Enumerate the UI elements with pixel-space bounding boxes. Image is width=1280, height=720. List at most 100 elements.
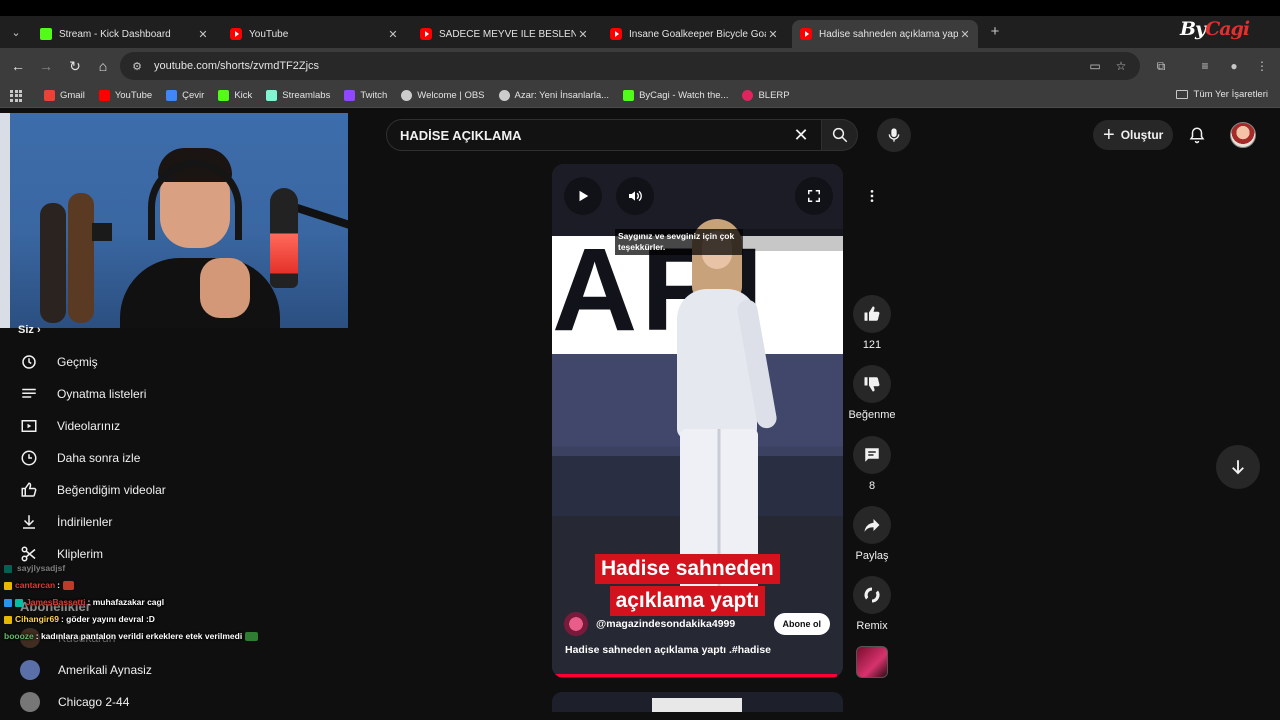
thumbs-up-icon — [864, 306, 880, 321]
comments-action[interactable]: 8 — [847, 436, 897, 492]
comments-button[interactable] — [853, 436, 891, 474]
close-icon[interactable]: ✕ — [958, 28, 972, 41]
install-app-icon[interactable]: ▭ — [1087, 58, 1103, 74]
remix-action[interactable]: Remix — [847, 576, 897, 632]
menu-icon[interactable]: ⋮ — [1254, 58, 1270, 74]
fullscreen-icon — [808, 190, 820, 202]
more-options-button[interactable] — [858, 182, 886, 210]
tab-youtube[interactable]: YouTube ✕ — [222, 20, 406, 48]
reload-icon[interactable]: ↻ — [66, 57, 84, 75]
sidebar-item-label: Kliplerim — [57, 547, 104, 561]
close-icon[interactable]: ✕ — [386, 28, 400, 41]
bookmark-youtube[interactable]: YouTube — [98, 90, 152, 101]
notifications-button[interactable] — [1186, 124, 1208, 146]
account-avatar[interactable] — [1230, 122, 1256, 148]
play-button[interactable] — [564, 177, 602, 215]
sidebar-item-your-videos[interactable]: Videolarınız — [0, 410, 348, 442]
sidebar-item-watch-later[interactable]: Daha sonra izle — [0, 442, 348, 474]
like-action[interactable]: 121 — [847, 295, 897, 351]
remix-label: Remix — [856, 620, 888, 632]
video-description[interactable]: Hadise sahneden açıklama yaptı .#hadise — [565, 644, 771, 656]
site-info-icon[interactable]: ⚙ — [130, 59, 144, 73]
tab-meyve-video[interactable]: SADECE MEYVE İLE BESLENENE ✕ — [412, 20, 596, 48]
voice-search-button[interactable] — [877, 118, 911, 152]
video-title-overlay: Hadise sahneden açıklama yaptı — [595, 554, 780, 616]
home-icon[interactable]: ⌂ — [94, 57, 112, 75]
like-count: 121 — [862, 339, 882, 351]
clear-search-icon[interactable]: ✕ — [791, 125, 811, 145]
logo-accent-text: Cagi — [1205, 18, 1250, 40]
bookmark-gmail[interactable]: Gmail — [44, 90, 85, 101]
bookmark-translate[interactable]: Çevir — [166, 90, 204, 101]
sidebar-item-history[interactable]: Geçmiş — [0, 346, 348, 378]
remix-button[interactable] — [853, 576, 891, 614]
extensions-icon[interactable]: ⧉ — [1153, 58, 1169, 74]
youtube-icon — [98, 90, 110, 101]
star-icon[interactable]: ☆ — [1113, 58, 1129, 74]
volume-button[interactable] — [616, 177, 654, 215]
create-button[interactable]: + Oluştur — [1093, 120, 1173, 150]
all-bookmarks-button[interactable]: Tüm Yer İşaretleri — [1175, 89, 1268, 100]
bookmark-streamlabs[interactable]: Streamlabs — [266, 90, 330, 101]
tab-title: Hadise sahneden açıklama yaptı — [819, 28, 958, 40]
chat-message: Cihangir69: göder yayını devral :D — [4, 614, 155, 624]
progress-bar[interactable] — [552, 674, 837, 677]
share-action[interactable]: Paylaş — [847, 506, 897, 562]
sidebar-item-liked[interactable]: Beğendiğim videolar — [0, 474, 348, 506]
sidebar-item-label: Oynatma listeleri — [57, 387, 147, 401]
bookmarks-bar: Gmail YouTube Çevir Kick Streamlabs Twit… — [0, 84, 1280, 108]
dislike-button[interactable] — [853, 365, 891, 403]
share-button[interactable] — [853, 506, 891, 544]
close-icon[interactable]: ✕ — [196, 28, 210, 41]
subscription-label: Chicago 2-44 — [58, 695, 130, 709]
apps-icon[interactable] — [10, 89, 22, 102]
fullscreen-button[interactable] — [795, 177, 833, 215]
bookmark-bycagi[interactable]: ByCagi - Watch the... — [623, 90, 728, 101]
next-short-preview[interactable] — [552, 692, 843, 712]
bookmark-label: BLERP — [758, 90, 790, 101]
search-input[interactable]: HADİSE AÇIKLAMA ✕ — [386, 119, 822, 151]
forward-icon[interactable]: → — [37, 57, 55, 75]
close-icon[interactable]: ✕ — [576, 28, 590, 41]
bookmark-label: Streamlabs — [282, 90, 331, 101]
channel-name[interactable]: @magazindesondakika4999 — [596, 618, 774, 630]
back-icon[interactable]: ← — [9, 57, 27, 75]
tab-search-icon[interactable]: ⌄ — [6, 22, 26, 42]
shorts-player[interactable]: ARI Saygınız ve sevginiz için çok teşekk… — [552, 164, 843, 678]
profile-icon[interactable]: ● — [1226, 58, 1242, 74]
bookmark-label: Azar: Yeni İnsanlarla... — [514, 90, 610, 101]
tab-hadise-short[interactable]: Hadise sahneden açıklama yaptı ✕ — [792, 20, 978, 48]
bookmark-azar[interactable]: Azar: Yeni İnsanlarla... — [498, 90, 610, 101]
top-band — [0, 0, 1280, 16]
tab-goalkeeper-video[interactable]: Insane Goalkeeper Bicycle Goal ✕ — [602, 20, 786, 48]
sidebar-section-you[interactable]: Siz › — [18, 324, 41, 336]
plus-icon: + — [1103, 124, 1115, 146]
new-tab-icon[interactable]: + — [986, 22, 1004, 40]
comment-icon — [865, 448, 879, 462]
close-icon[interactable]: ✕ — [766, 28, 780, 41]
subscription-item[interactable]: Chicago 2-44 — [0, 686, 348, 718]
channel-avatar[interactable] — [564, 612, 588, 636]
bookmark-blerp[interactable]: BLERP — [742, 90, 790, 101]
chat-text: : muhafazakar cagl — [87, 597, 165, 607]
sound-thumbnail[interactable] — [856, 646, 888, 678]
bookmark-label: Gmail — [60, 90, 85, 101]
search-button[interactable] — [822, 119, 858, 151]
dislike-action[interactable]: Beğenme — [847, 365, 897, 421]
dislike-label: Beğenme — [848, 409, 896, 421]
sidebar-item-playlists[interactable]: Oynatma listeleri — [0, 378, 348, 410]
like-button[interactable] — [853, 295, 891, 333]
bookmark-obs[interactable]: Welcome | OBS — [401, 90, 485, 101]
address-bar[interactable]: ⚙ youtube.com/shorts/zvmdTF2Zjcs — [120, 52, 1140, 80]
webcam-overlay — [0, 113, 348, 328]
bookmark-twitch[interactable]: Twitch — [344, 90, 387, 101]
media-control-icon[interactable]: ≡ — [1197, 58, 1213, 74]
kick-icon — [218, 90, 230, 101]
sidebar-item-downloads[interactable]: İndirilenler — [0, 506, 348, 538]
next-video-button[interactable] — [1216, 445, 1260, 489]
subscribe-button[interactable]: Abone ol — [773, 613, 830, 635]
page-scrollbar[interactable] — [1272, 165, 1280, 720]
tab-kick-dashboard[interactable]: Stream - Kick Dashboard ✕ — [32, 20, 216, 48]
subscription-item[interactable]: Amerikali Aynasiz — [0, 654, 348, 686]
bookmark-kick[interactable]: Kick — [218, 90, 252, 101]
